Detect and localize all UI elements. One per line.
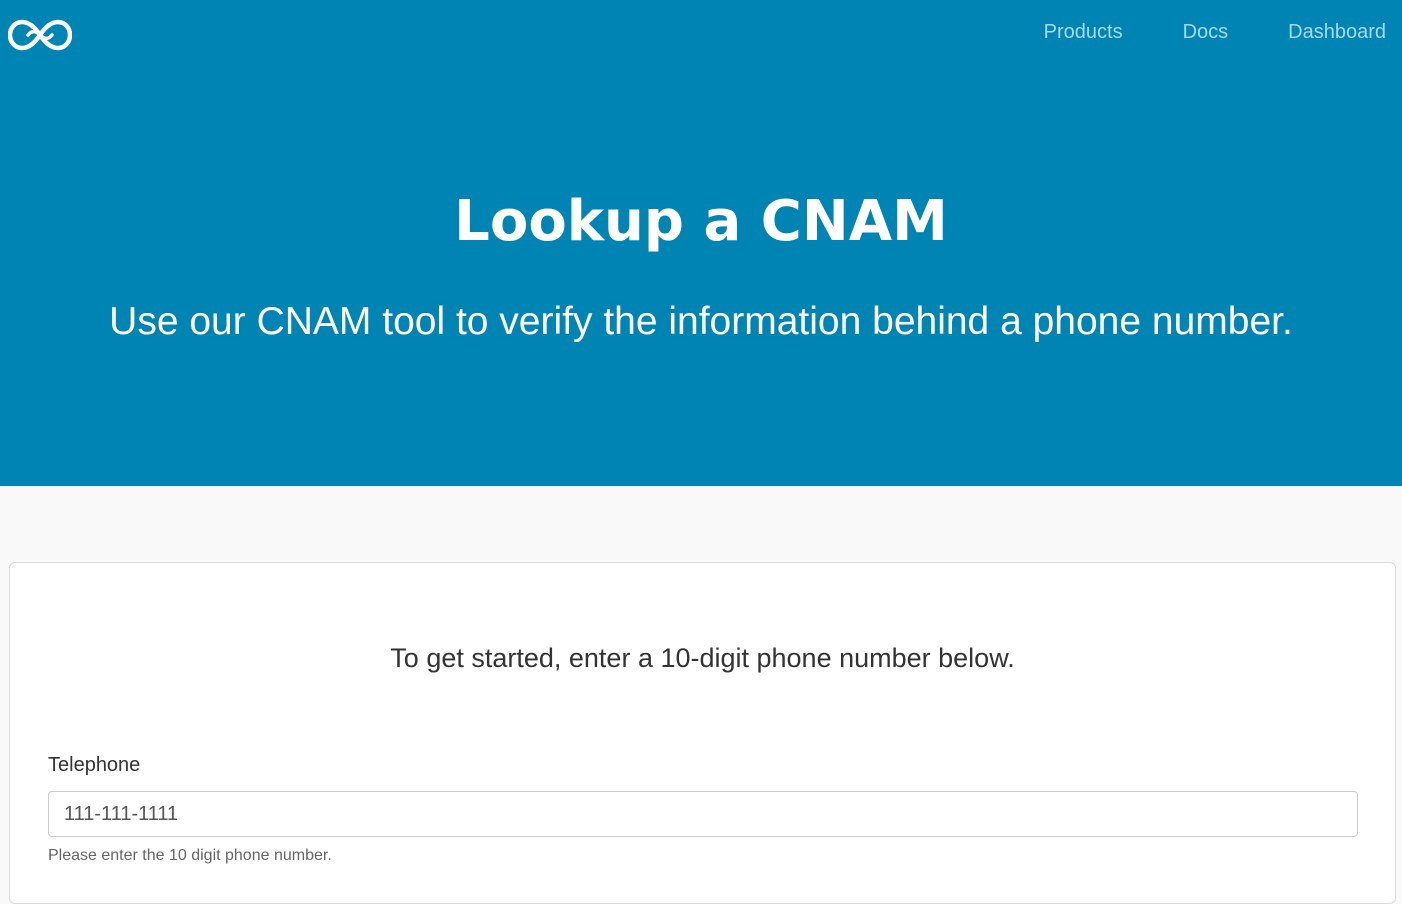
telephone-label: Telephone (48, 754, 141, 776)
page-subtitle: Use our CNAM tool to verify the informat… (109, 300, 1293, 343)
infinity-logo-icon[interactable] (7, 18, 73, 52)
telephone-input[interactable] (48, 791, 1358, 837)
lookup-form-card: To get started, enter a 10-digit phone n… (9, 562, 1396, 904)
form-intro-text: To get started, enter a 10-digit phone n… (390, 643, 1015, 673)
telephone-help-text: Please enter the 10 digit phone number. (48, 847, 332, 864)
infinity-logo-icon-graphic (7, 19, 73, 51)
nav-link-products[interactable]: Products (1044, 19, 1123, 45)
nav-link-docs[interactable]: Docs (1183, 19, 1229, 45)
nav-link-dashboard[interactable]: Dashboard (1288, 19, 1386, 45)
hero-banner: Products Docs Dashboard Lookup a CNAM Us… (0, 0, 1402, 486)
top-nav: Products Docs Dashboard (984, 19, 1386, 45)
page-title: Lookup a CNAM (454, 189, 948, 254)
